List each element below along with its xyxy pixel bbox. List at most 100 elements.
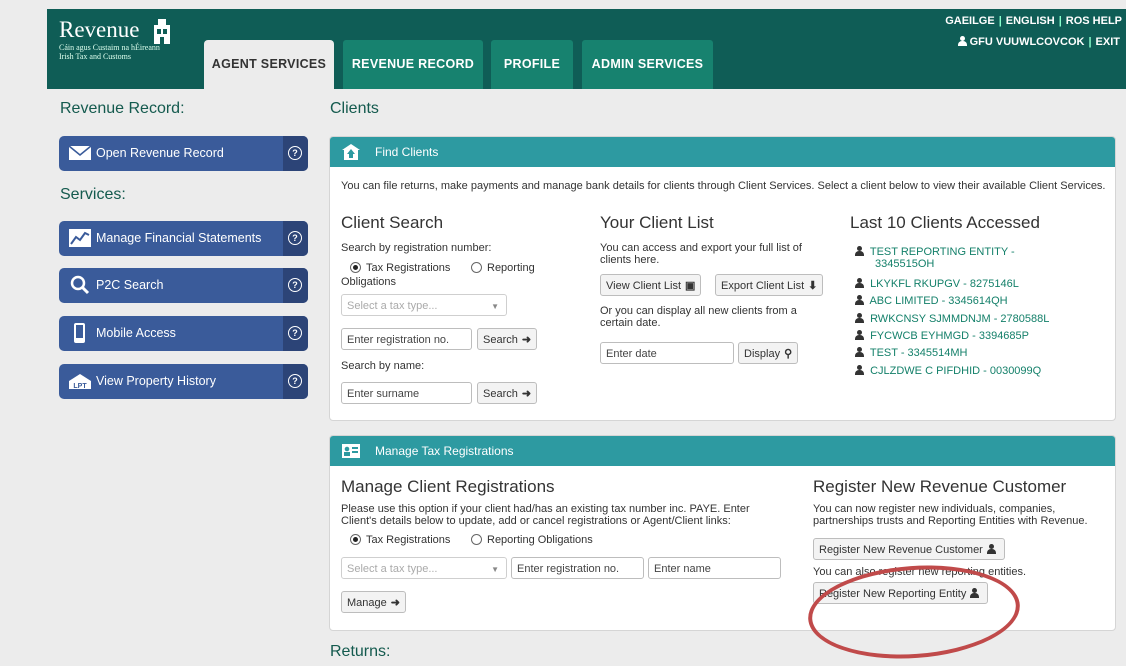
lpt-icon: LPT bbox=[69, 374, 91, 390]
returns-heading: Returns: bbox=[330, 643, 391, 660]
user-name[interactable]: GFU VUUWLCOVCOK bbox=[954, 36, 1089, 48]
chevron-down-icon: ▼ bbox=[491, 302, 499, 311]
link-gaeilge[interactable]: GAEILGE bbox=[941, 15, 999, 27]
your-client-list-title: Your Client List bbox=[600, 213, 714, 232]
client-list-text2b: certain date. bbox=[600, 317, 661, 329]
help-icon[interactable]: ? bbox=[283, 316, 308, 351]
link-ros-help[interactable]: ROS HELP bbox=[1062, 15, 1126, 27]
person-icon bbox=[855, 313, 864, 323]
mobile-phone-icon bbox=[74, 323, 85, 343]
brand-sub2: Irish Tax and Customs bbox=[59, 52, 131, 61]
services-heading: Services: bbox=[60, 186, 126, 203]
search-by-reg-label: Search by registration number: bbox=[341, 242, 492, 254]
sidebar-item-label: Mobile Access bbox=[96, 326, 176, 340]
exit-link[interactable]: EXIT bbox=[1092, 36, 1124, 48]
tax-type-select[interactable]: Select a tax type... ▼ bbox=[341, 557, 507, 579]
date-input[interactable]: Enter date bbox=[600, 342, 734, 364]
link-english[interactable]: ENGLISH bbox=[1002, 15, 1059, 27]
arrow-right-icon: ➜ bbox=[390, 597, 400, 609]
chevron-down-icon: ▼ bbox=[491, 565, 499, 574]
search-icon bbox=[70, 275, 90, 295]
client-link[interactable]: TEST REPORTING ENTITY - bbox=[855, 246, 1015, 258]
document-icon: ▣ bbox=[685, 280, 696, 292]
sidebar-item-p2c-search[interactable]: P2C Search ? bbox=[59, 268, 308, 303]
house-upload-icon bbox=[342, 144, 360, 160]
revenue-logo[interactable]: Revenue Cáin agus Custaim na hÉireann Ir… bbox=[59, 17, 170, 61]
client-link[interactable]: RWKCNSY SJMMDNJM - 2780588L bbox=[855, 313, 1049, 325]
tab-revenue-record[interactable]: REVENUE RECORD bbox=[343, 40, 483, 89]
manage-text1: Please use this option if your client ha… bbox=[341, 503, 750, 515]
harp-icon bbox=[154, 19, 170, 44]
client-link[interactable]: FYCWCB EYHMGD - 3394685P bbox=[855, 330, 1029, 342]
tab-profile[interactable]: PROFILE bbox=[491, 40, 573, 89]
register-text2: partnerships trusts and Reporting Entiti… bbox=[813, 515, 1088, 527]
radio-reporting[interactable]: Reporting bbox=[471, 262, 535, 274]
client-link[interactable]: ABC LIMITED - 3345614QH bbox=[855, 295, 1008, 307]
surname-input[interactable]: Enter surname bbox=[341, 382, 472, 404]
client-link[interactable]: CJLZDWE C PIFDHID - 0030099Q bbox=[855, 365, 1041, 377]
display-button[interactable]: Display ⚲ bbox=[738, 342, 799, 364]
language-links: GAEILGE | ENGLISH | ROS HELP bbox=[941, 15, 1126, 27]
help-icon[interactable]: ? bbox=[283, 364, 308, 399]
client-link[interactable]: LKYKFL RKUPGV - 8275146L bbox=[855, 278, 1019, 290]
user-icon bbox=[957, 36, 967, 46]
radio-selected-icon bbox=[350, 534, 361, 545]
sidebar-item-label: View Property History bbox=[96, 374, 216, 388]
help-icon[interactable]: ? bbox=[283, 268, 308, 303]
radio-tax-registrations[interactable]: Tax Registrations bbox=[350, 534, 450, 546]
client-link-cont[interactable]: 3345515OH bbox=[875, 258, 934, 270]
brand-sub1: Cáin agus Custaim na hÉireann bbox=[59, 43, 160, 52]
search-by-name-label: Search by name: bbox=[341, 360, 425, 372]
sidebar-item-label: Manage Financial Statements bbox=[96, 231, 262, 245]
register-new-revenue-customer-button[interactable]: Register New Revenue Customer bbox=[813, 538, 1005, 560]
client-list-text2a: Or you can display all new clients from … bbox=[600, 305, 797, 317]
registration-number-input[interactable]: Enter registration no. bbox=[341, 328, 472, 350]
chart-icon bbox=[69, 229, 91, 247]
client-link[interactable]: TEST - 3345514MH bbox=[855, 347, 967, 359]
open-revenue-record-label: Open Revenue Record bbox=[96, 146, 224, 160]
open-revenue-record-button[interactable]: Open Revenue Record ? bbox=[59, 136, 308, 171]
tab-admin-services[interactable]: ADMIN SERVICES bbox=[582, 40, 713, 89]
envelope-icon bbox=[68, 145, 92, 160]
arrow-right-icon: ➜ bbox=[521, 388, 532, 400]
person-icon bbox=[855, 330, 864, 340]
sidebar-item-view-property-history[interactable]: LPT View Property History ? bbox=[59, 364, 308, 399]
person-icon bbox=[855, 365, 864, 375]
search-by-name-button[interactable]: Search ➜ bbox=[477, 382, 538, 404]
search-by-reg-button[interactable]: Search ➜ bbox=[477, 328, 538, 350]
manage-text2: Client's details below to update, add or… bbox=[341, 515, 731, 527]
person-icon bbox=[855, 278, 864, 288]
revenue-record-heading: Revenue Record: bbox=[60, 100, 185, 117]
page-title: Clients bbox=[330, 100, 379, 117]
person-icon bbox=[986, 544, 999, 556]
radio-unselected-icon bbox=[471, 262, 482, 273]
person-icon bbox=[855, 246, 864, 256]
export-client-list-button[interactable]: Export Client List ⬇ bbox=[715, 274, 824, 296]
help-icon[interactable]: ? bbox=[283, 221, 308, 256]
person-icon bbox=[855, 295, 864, 305]
sidebar-item-mobile-access[interactable]: Mobile Access ? bbox=[59, 316, 308, 351]
tab-agent-services[interactable]: AGENT SERVICES bbox=[204, 40, 334, 89]
sidebar-item-manage-financial-statements[interactable]: Manage Financial Statements ? bbox=[59, 221, 308, 256]
registration-number-input[interactable]: Enter registration no. bbox=[511, 557, 644, 579]
manage-client-registrations-title: Manage Client Registrations bbox=[341, 477, 555, 496]
radio-reporting-cont: Obligations bbox=[341, 276, 397, 288]
find-clients-panel: Find Clients You can file returns, make … bbox=[329, 136, 1116, 421]
name-input[interactable]: Enter name bbox=[648, 557, 781, 579]
radio-tax-registrations[interactable]: Tax Registrations bbox=[350, 262, 450, 274]
manage-button[interactable]: Manage ➜ bbox=[341, 591, 406, 613]
top-header: Revenue Cáin agus Custaim na hÉireann Ir… bbox=[47, 9, 1126, 89]
help-icon[interactable]: ? bbox=[283, 136, 308, 171]
tax-type-select[interactable]: Select a tax type... ▼ bbox=[341, 294, 507, 316]
radio-unselected-icon bbox=[471, 534, 482, 545]
client-search-title: Client Search bbox=[341, 213, 444, 232]
sidebar-item-label: P2C Search bbox=[96, 278, 164, 292]
download-arrow-icon: ⬇ bbox=[808, 280, 818, 292]
user-line: GFU VUUWLCOVCOK | EXIT bbox=[954, 36, 1124, 48]
arrow-right-icon: ➜ bbox=[521, 334, 532, 346]
brand-name: Revenue bbox=[59, 17, 140, 42]
view-client-list-button[interactable]: View Client List ▣ bbox=[600, 274, 702, 296]
search-icon: ⚲ bbox=[784, 348, 793, 360]
person-icon bbox=[855, 347, 864, 357]
radio-reporting-obligations[interactable]: Reporting Obligations bbox=[471, 534, 593, 546]
